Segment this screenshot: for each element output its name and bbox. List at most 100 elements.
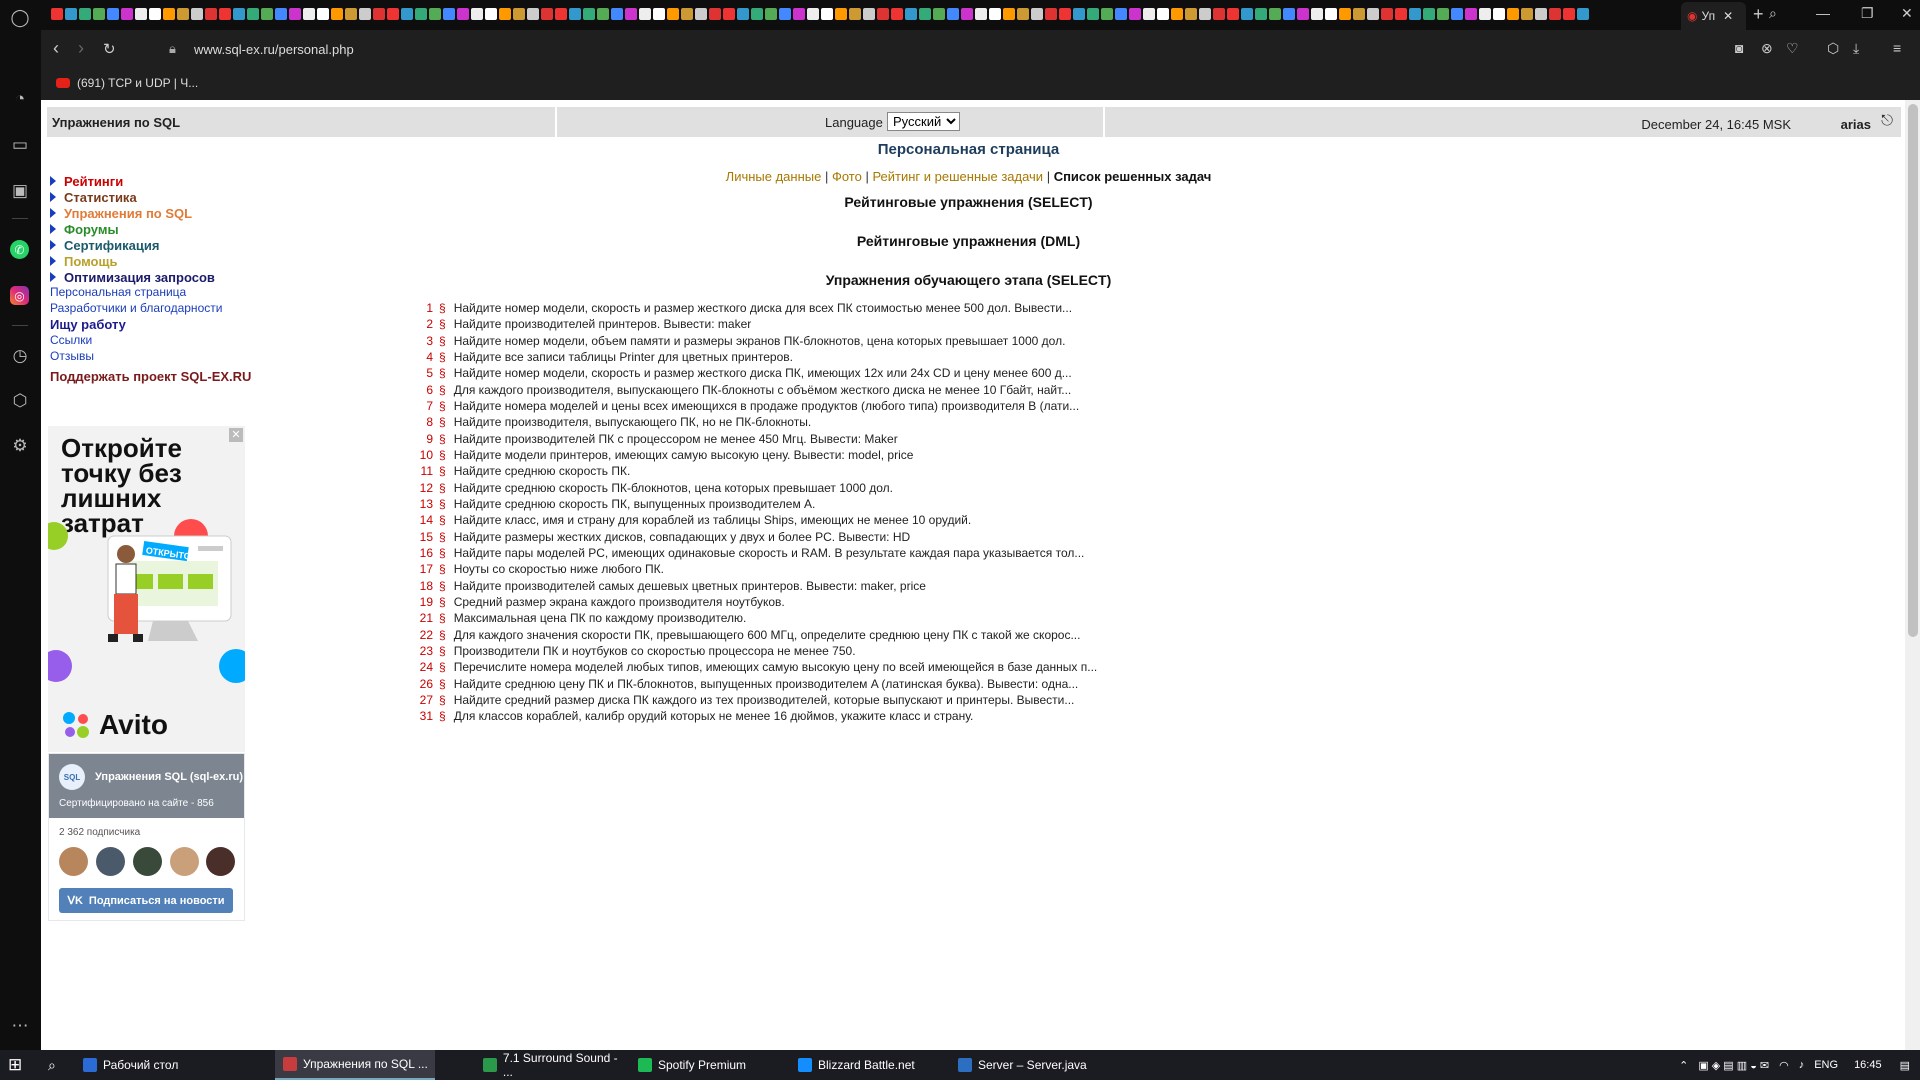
tab-favicon-icon[interactable] xyxy=(1213,8,1225,20)
nav-link[interactable]: Ссылки xyxy=(50,333,310,349)
opera-logo-icon[interactable]: ◯ xyxy=(9,7,31,29)
nav-link[interactable]: Разработчики и благодарности xyxy=(50,301,310,317)
tab-favicon-icon[interactable] xyxy=(429,8,441,20)
tab-favicon-icon[interactable] xyxy=(625,8,637,20)
tab-favicon-icon[interactable] xyxy=(499,8,511,20)
tab-favicon-icon[interactable] xyxy=(345,8,357,20)
tab-favicon-icon[interactable] xyxy=(1283,8,1295,20)
tab-favicon-icon[interactable] xyxy=(1003,8,1015,20)
tab-favicon-icon[interactable] xyxy=(93,8,105,20)
taskbar-app[interactable]: 7.1 Surround Sound - ... xyxy=(475,1050,630,1080)
taskbar-app[interactable]: Blizzard Battle.net xyxy=(790,1050,950,1080)
tab-favicon-icon[interactable] xyxy=(443,8,455,20)
tab-favicon-icon[interactable] xyxy=(835,8,847,20)
task-number[interactable]: 22 xyxy=(415,628,433,642)
task-section-link[interactable]: § xyxy=(439,660,446,674)
task-section-link[interactable]: § xyxy=(439,644,446,658)
task-section-link[interactable]: § xyxy=(439,595,446,609)
tab-favicon-icon[interactable] xyxy=(1101,8,1113,20)
task-number[interactable]: 12 xyxy=(415,481,433,495)
task-number[interactable]: 21 xyxy=(415,611,433,625)
task-number[interactable]: 15 xyxy=(415,530,433,544)
task-section-link[interactable]: § xyxy=(439,611,446,625)
tab-favicon-icon[interactable] xyxy=(163,8,175,20)
task-row[interactable]: 1 § Найдите номер модели, скорость и разме… xyxy=(415,300,1097,316)
task-section-link[interactable]: § xyxy=(439,628,446,642)
tab-favicon-icon[interactable] xyxy=(1479,8,1491,20)
tab-favicon-icon[interactable] xyxy=(387,8,399,20)
task-section-link[interactable]: § xyxy=(439,464,446,478)
tab-favicon-icon[interactable] xyxy=(1367,8,1379,20)
task-number[interactable]: 13 xyxy=(415,497,433,511)
tab-favicon-icon[interactable] xyxy=(289,8,301,20)
nav-item[interactable]: Оптимизация запросов xyxy=(50,269,310,285)
tab-favicon-icon[interactable] xyxy=(513,8,525,20)
bookmark-item[interactable]: (691) TCP и UDP | Ч... xyxy=(56,76,198,90)
taskbar-app[interactable]: Упражнения по SQL ... xyxy=(275,1050,435,1080)
task-section-link[interactable]: § xyxy=(439,546,446,560)
tray-time[interactable]: 16:45 xyxy=(1854,1059,1882,1071)
settings-icon[interactable]: ⚙ xyxy=(9,435,31,457)
nav-item[interactable]: Помощь xyxy=(50,253,310,269)
task-section-link[interactable]: § xyxy=(439,415,446,429)
nav-item[interactable]: Форумы xyxy=(50,221,310,237)
tab-favicon-icon[interactable] xyxy=(1073,8,1085,20)
tab-favicon-icon[interactable] xyxy=(1549,8,1561,20)
task-section-link[interactable]: § xyxy=(439,301,446,315)
close-window-icon[interactable]: ✕ xyxy=(1901,5,1913,22)
start-icon[interactable]: ⊞ xyxy=(0,1050,40,1080)
tab-favicon-icon[interactable] xyxy=(1059,8,1071,20)
tab-favicon-icon[interactable] xyxy=(219,8,231,20)
tab-favicon-icon[interactable] xyxy=(779,8,791,20)
language-select[interactable]: Русский xyxy=(887,112,960,131)
task-number[interactable]: 5 xyxy=(415,366,433,380)
task-number[interactable]: 19 xyxy=(415,595,433,609)
tab-favicon-icon[interactable] xyxy=(1325,8,1337,20)
tab-favicon-icon[interactable] xyxy=(1381,8,1393,20)
task-row[interactable]: 24 § Перечислите номера моделей любых типо… xyxy=(415,659,1098,675)
tab-favicons[interactable] xyxy=(51,6,1671,24)
tab-favicon-icon[interactable] xyxy=(681,8,693,20)
tab-favicon-icon[interactable] xyxy=(1227,8,1239,20)
instagram-icon[interactable]: ◎ xyxy=(10,286,29,305)
tab-favicon-icon[interactable] xyxy=(1395,8,1407,20)
tab-favicon-icon[interactable] xyxy=(373,8,385,20)
tab-favicon-icon[interactable] xyxy=(233,8,245,20)
task-section-link[interactable]: § xyxy=(439,366,446,380)
tab-favicon-icon[interactable] xyxy=(1297,8,1309,20)
task-section-link[interactable]: § xyxy=(439,448,446,462)
task-row[interactable]: 22 § Для каждого значения скорости ПК, пре… xyxy=(415,627,1097,643)
close-tab-icon[interactable]: ✕ xyxy=(1723,9,1733,23)
nav-link[interactable]: Ищу работу xyxy=(50,317,310,333)
tab-favicon-icon[interactable] xyxy=(527,8,539,20)
tab-favicon-icon[interactable] xyxy=(1563,8,1575,20)
avatar[interactable] xyxy=(59,847,88,876)
maximize-icon[interactable]: ❐ xyxy=(1861,5,1874,22)
task-row[interactable]: 9 § Найдите производителей ПК с процессоро… xyxy=(415,431,1097,447)
tab-favicon-icon[interactable] xyxy=(1353,8,1365,20)
tab-photo[interactable]: Фото xyxy=(832,169,862,184)
task-row[interactable]: 26 § Найдите среднюю цену ПК и ПК-блокното… xyxy=(415,676,1097,692)
tab-favicon-icon[interactable] xyxy=(569,8,581,20)
tab-favicon-icon[interactable] xyxy=(709,8,721,20)
vk-banner[interactable]: SQL Упражнения SQL (sql-ex.ru) Сертифици… xyxy=(49,754,244,818)
tab-favicon-icon[interactable] xyxy=(1241,8,1253,20)
download-icon[interactable]: ⤓ xyxy=(1853,40,1859,57)
tab-favicon-icon[interactable] xyxy=(1409,8,1421,20)
tab-favicon-icon[interactable] xyxy=(317,8,329,20)
task-row[interactable]: 14 § Найдите класс, имя и страну для кораб… xyxy=(415,512,1097,528)
task-row[interactable]: 12 § Найдите среднюю скорость ПК-блокнотов… xyxy=(415,480,1097,496)
camera-icon[interactable]: ◙ xyxy=(1735,40,1743,56)
site-title[interactable]: Упражнения по SQL xyxy=(52,115,180,130)
box-icon[interactable]: ⬡ xyxy=(9,390,31,412)
username[interactable]: arias xyxy=(1841,117,1871,132)
history-icon[interactable]: ◷ xyxy=(9,345,31,367)
tray-icons[interactable]: ▣ ◈ ▤ ▥ ◒ ✉ xyxy=(1698,1059,1769,1072)
tab-favicon-icon[interactable] xyxy=(583,8,595,20)
task-number[interactable]: 4 xyxy=(415,350,433,364)
task-section-link[interactable]: § xyxy=(439,530,446,544)
tab-favicon-icon[interactable] xyxy=(1423,8,1435,20)
new-tab-icon[interactable]: + xyxy=(1753,4,1764,25)
tab-favicon-icon[interactable] xyxy=(1171,8,1183,20)
task-section-link[interactable]: § xyxy=(439,513,446,527)
